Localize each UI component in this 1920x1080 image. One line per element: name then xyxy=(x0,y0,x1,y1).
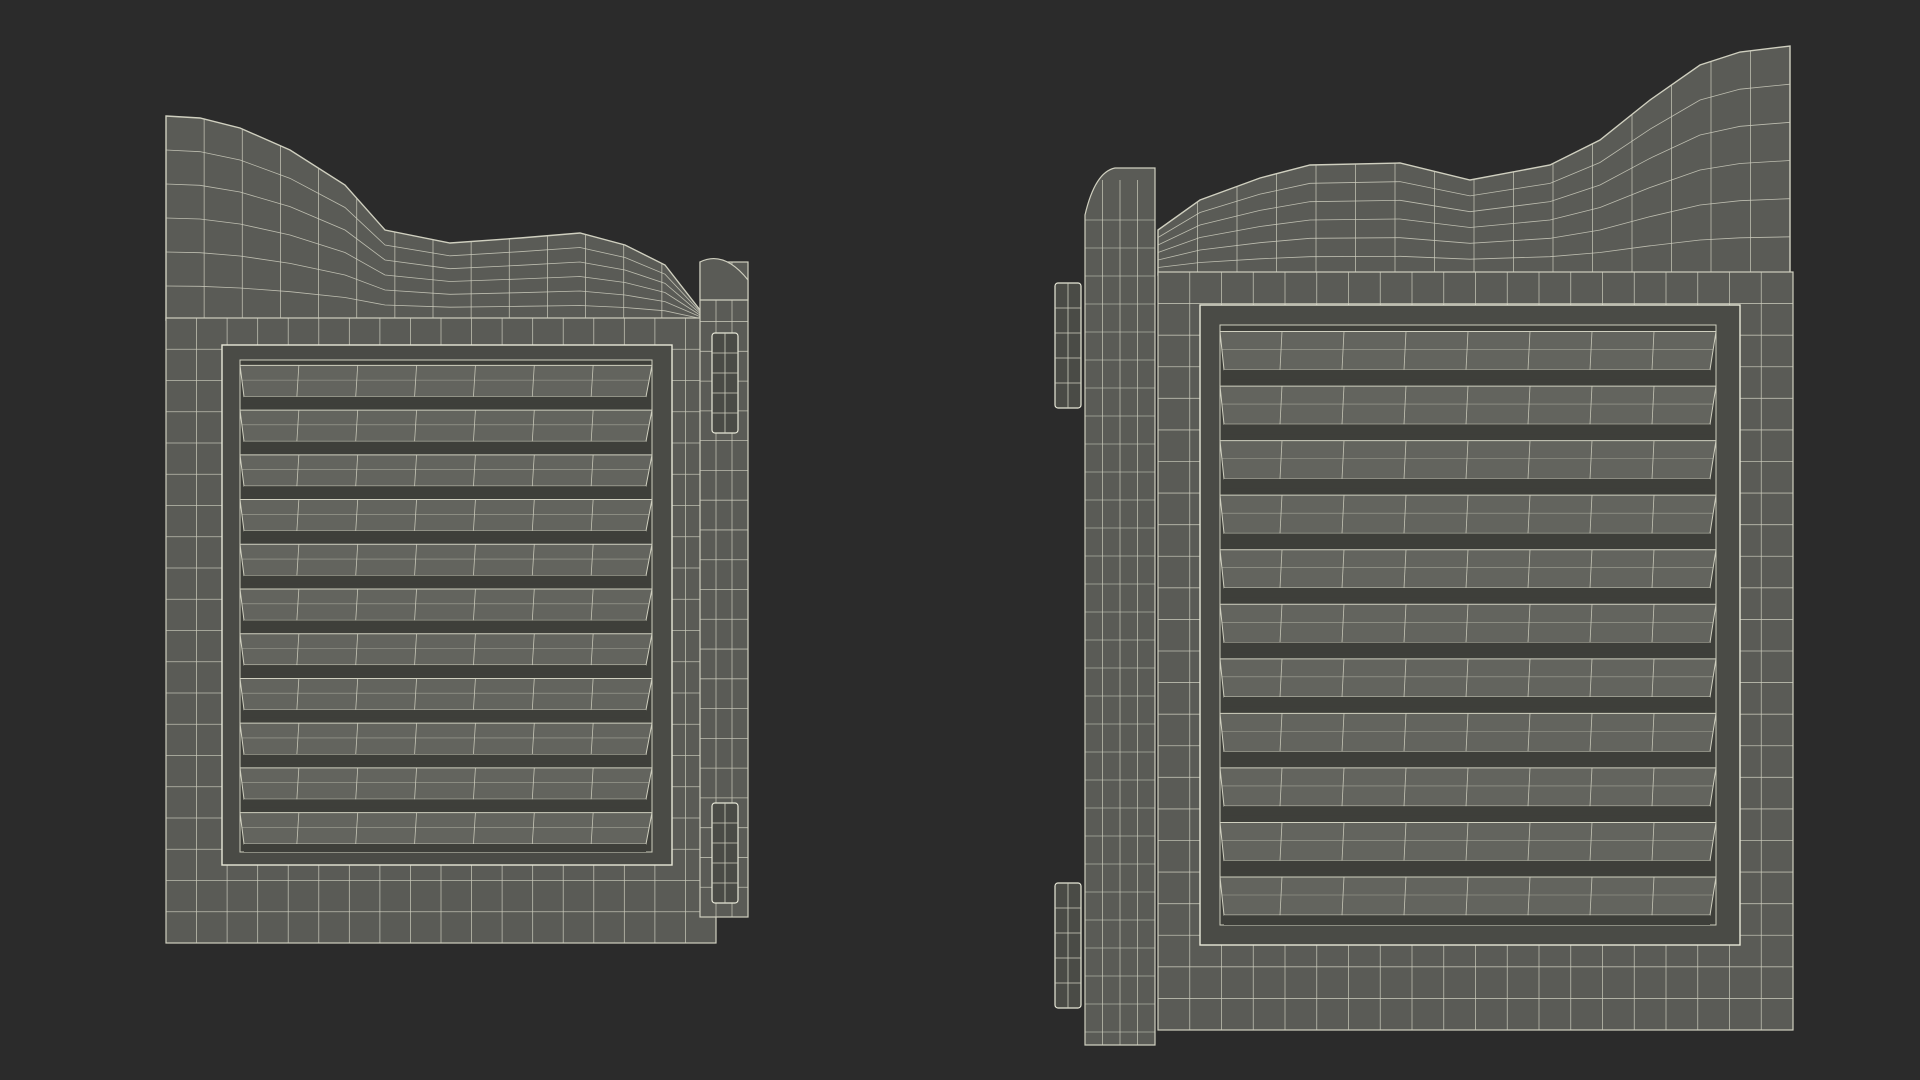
louver-slat-shadow xyxy=(244,441,646,450)
louver-slat xyxy=(239,543,653,577)
louver-slat-shadow xyxy=(1224,424,1710,435)
louver-slat xyxy=(239,812,653,845)
louver-slat-shadow xyxy=(1224,478,1710,489)
louver-slat xyxy=(239,499,653,532)
louver-slat-shadow xyxy=(244,843,646,852)
louver-slat-shadow xyxy=(244,486,646,495)
louver-slat-shadow xyxy=(244,396,646,405)
louver-slat-shadow xyxy=(1224,587,1710,598)
louver-slat xyxy=(239,364,653,398)
louver-slat-shadow xyxy=(1224,697,1710,707)
louver-slat xyxy=(239,633,653,666)
louver-slat-shadow xyxy=(244,575,646,584)
louver-slat-shadow xyxy=(244,754,646,763)
louver-slat xyxy=(239,722,653,755)
louver-slat-shadow xyxy=(244,665,646,674)
louver-slat xyxy=(239,454,653,487)
wireframe-render-scene xyxy=(0,0,1920,1080)
louver-slat-shadow xyxy=(244,620,646,629)
louver-slat-shadow xyxy=(1224,533,1710,544)
louver-slat-shadow xyxy=(1224,860,1710,871)
louver-slat-shadow xyxy=(1224,751,1710,762)
louver-slat xyxy=(239,409,653,442)
louver-slat-shadow xyxy=(244,799,646,808)
louver-slat-shadow xyxy=(244,709,646,718)
louver-slat xyxy=(239,767,653,800)
louver-slat-shadow xyxy=(244,530,646,539)
louver-slat xyxy=(239,588,653,621)
louver-slat xyxy=(239,677,653,711)
louver-slat-shadow xyxy=(1224,806,1710,816)
louver-slat-shadow xyxy=(1224,915,1710,925)
louver-slat-shadow xyxy=(1224,642,1710,653)
louver-slat-shadow xyxy=(1224,369,1710,380)
